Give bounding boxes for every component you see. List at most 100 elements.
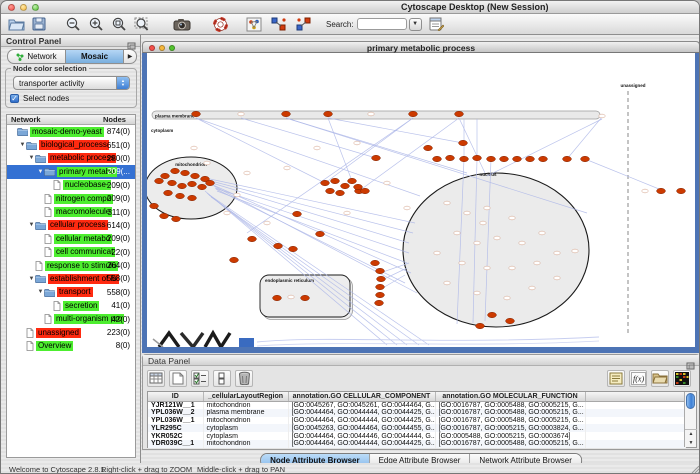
tab-network[interactable]: Network xyxy=(7,49,65,64)
table-cell: [GO:0044464, GO:0044444, GO:0044425, G..… xyxy=(288,409,435,417)
table-scrollbar-thumb[interactable] xyxy=(686,393,695,409)
tree-item-mosaic-demo-yeast[interactable]: mosaic-demo-yeast874(0) xyxy=(7,125,135,138)
help-ring-button[interactable] xyxy=(210,15,230,33)
disclosure-triangle-icon[interactable]: ▼ xyxy=(19,142,26,148)
tree-item-label: mosaic-demo-yeast xyxy=(30,127,104,137)
file-icon xyxy=(44,207,54,217)
layout-a-button[interactable] xyxy=(269,15,289,33)
table-scrollbar[interactable]: ▲▼ xyxy=(684,392,696,447)
annotation-form-button[interactable] xyxy=(427,15,447,33)
dropdown-arrows-icon: ▲▼ xyxy=(116,77,129,89)
cytoplasm-label: cytoplasm xyxy=(151,128,173,133)
tree-item-biological-process[interactable]: ▼biological_process651(0) xyxy=(7,138,135,151)
tree-item-nitrogen-compo[interactable]: nitrogen compo209(0) xyxy=(7,192,135,205)
folder-icon xyxy=(26,141,39,150)
disclosure-triangle-icon[interactable]: ▼ xyxy=(28,155,35,161)
search-input[interactable] xyxy=(357,18,407,30)
table-row[interactable]: YLR295Ccytoplasm[GO:0045263, GO:0044464,… xyxy=(148,424,685,432)
window-titlebar: Cytoscape Desktop (New Session) xyxy=(1,1,700,14)
table-row[interactable]: YDR039C__1mitochondrion[GO:0044464, GO:0… xyxy=(148,440,685,448)
open-session-button[interactable] xyxy=(6,15,26,33)
table-row[interactable]: YKR052Ccytoplasm[GO:0044464, GO:0044446,… xyxy=(148,432,685,440)
zoom-out-button[interactable] xyxy=(63,15,83,33)
network-view-titlebar[interactable]: primary metabolic process xyxy=(142,41,700,53)
delete-attribute-trash-button[interactable] xyxy=(235,370,253,387)
tree-item-unassigned[interactable]: unassigned223(0) xyxy=(7,326,135,339)
tree-item-label: biological_process xyxy=(39,140,109,150)
unselect-attributes-button[interactable] xyxy=(213,370,231,387)
toolbar-buttons xyxy=(1,15,314,33)
tree-item-node-count: 558(0) xyxy=(107,274,130,283)
table-mode-button[interactable] xyxy=(147,370,165,387)
select-nodes-checkbox[interactable]: ✓ xyxy=(10,94,19,103)
table-row[interactable]: YPL036W__2plasma membrane[GO:0044464, GO… xyxy=(148,409,685,417)
tree-item-node-count: 41(0) xyxy=(111,301,130,310)
data-panel: Data Panel f(x) ID _cellularLayoutRegion… xyxy=(142,354,700,450)
tree-item-label: unassigned xyxy=(36,328,81,338)
table-cell: YPL036W__1 xyxy=(148,417,203,425)
data-panel-toolbar: f(x) xyxy=(143,366,699,390)
network-canvas[interactable]: plasma membrane cytoplasm mitochondrion … xyxy=(147,53,695,347)
zoom-in-button[interactable] xyxy=(86,15,106,33)
disclosure-triangle-icon[interactable]: ▼ xyxy=(28,222,35,228)
notes-button[interactable] xyxy=(607,370,625,387)
scrollbar-arrows[interactable]: ▲▼ xyxy=(685,429,697,447)
layout-b-button[interactable] xyxy=(294,15,314,33)
minimize-window-icon[interactable] xyxy=(20,4,27,11)
tree-item-node-count: 209(0) xyxy=(107,181,130,190)
nucleus-region xyxy=(403,173,589,327)
network-tree-header: Network Nodes xyxy=(7,115,135,125)
tree-item-metabolic-process[interactable]: ▼metabolic process280(0) xyxy=(7,152,135,165)
file-icon xyxy=(53,301,63,311)
tree-item-overview[interactable]: Overview8(0) xyxy=(7,339,135,352)
folder-icon xyxy=(17,127,30,136)
col-header-molecular[interactable]: annotation.GO MOLECULAR_FUNCTION xyxy=(435,392,585,401)
col-header-blank xyxy=(585,392,685,401)
tree-item-primary-metabo[interactable]: ▼primary metabo209(... xyxy=(7,165,135,178)
tree-item-nucleobase-[interactable]: nucleobase-209(0) xyxy=(7,179,135,192)
file-icon xyxy=(44,234,54,244)
table-cell: [GO:0016787, GO:0005488, GO:0005215, G..… xyxy=(435,440,585,448)
cytoscape-window: Cytoscape Desktop (New Session) Search: … xyxy=(0,0,700,474)
disclosure-triangle-icon[interactable]: ▼ xyxy=(28,276,35,282)
node-color-dropdown[interactable]: transporter activity ▲▼ xyxy=(13,76,130,90)
tree-item-response-to-stimulu[interactable]: response to stimulu264(0) xyxy=(7,259,135,272)
zoom-fit-button[interactable] xyxy=(132,15,152,33)
file-icon xyxy=(44,247,54,257)
more-tabs-arrow-icon[interactable]: ▶ xyxy=(124,49,137,64)
disclosure-triangle-icon[interactable]: ▼ xyxy=(37,289,44,295)
tree-item-cellular-metabo[interactable]: cellular metabo209(0) xyxy=(7,232,135,245)
tree-item-secretion[interactable]: secretion41(0) xyxy=(7,299,135,312)
tree-item-cellular-process[interactable]: ▼cellular process614(0) xyxy=(7,219,135,232)
tree-item-establishment-of-lo[interactable]: ▼establishment of lo558(0) xyxy=(7,272,135,285)
new-attribute-button[interactable] xyxy=(169,370,187,387)
tree-item-macromolecule[interactable]: macromolecule311(0) xyxy=(7,205,135,218)
table-cell: [GO:0016787, GO:0005488, GO:0005215, G..… xyxy=(435,401,585,409)
zoom-selected-button[interactable] xyxy=(109,15,129,33)
col-header-id[interactable]: ID xyxy=(148,392,203,401)
snapshot-camera-button[interactable] xyxy=(172,15,192,33)
node-attribute-table[interactable]: ID _cellularLayoutRegion annotation.GO C… xyxy=(148,392,686,448)
zoom-window-icon[interactable] xyxy=(32,4,39,11)
network-overview-button[interactable] xyxy=(244,15,264,33)
col-header-region[interactable]: _cellularLayoutRegion xyxy=(203,392,288,401)
table-row[interactable]: YJR121W__1mitochondrion[GO:0045267, GO:0… xyxy=(148,401,685,409)
disclosure-triangle-icon[interactable]: ▼ xyxy=(37,169,44,175)
tree-item-multi-organism-pro[interactable]: multi-organism pro42(0) xyxy=(7,312,135,325)
tree-item-cell-communicat[interactable]: cell communicat22(0) xyxy=(7,246,135,259)
close-window-icon[interactable] xyxy=(8,4,15,11)
table-cell: [GO:0044464, GO:0044444, GO:0044425, G..… xyxy=(288,417,435,425)
table-row[interactable]: YPL036W__1mitochondrion[GO:0044464, GO:0… xyxy=(148,417,685,425)
canvas-bottom-decoration xyxy=(153,333,599,347)
import-attributes-folder-button[interactable] xyxy=(651,370,669,387)
tab-mosaic[interactable]: Mosaic xyxy=(65,49,124,64)
search-label: Search: xyxy=(326,20,354,29)
save-session-button[interactable] xyxy=(29,15,49,33)
select-attributes-button[interactable] xyxy=(191,370,209,387)
tree-item-transport[interactable]: ▼transport558(0) xyxy=(7,286,135,299)
resize-grip-icon[interactable] xyxy=(690,464,700,474)
matrix-heatmap-button[interactable] xyxy=(673,370,691,387)
function-builder-button[interactable]: f(x) xyxy=(629,370,647,387)
search-options-dropdown[interactable]: ▼ xyxy=(409,18,422,31)
col-header-cellular[interactable]: annotation.GO CELLULAR_COMPONENT xyxy=(288,392,435,401)
